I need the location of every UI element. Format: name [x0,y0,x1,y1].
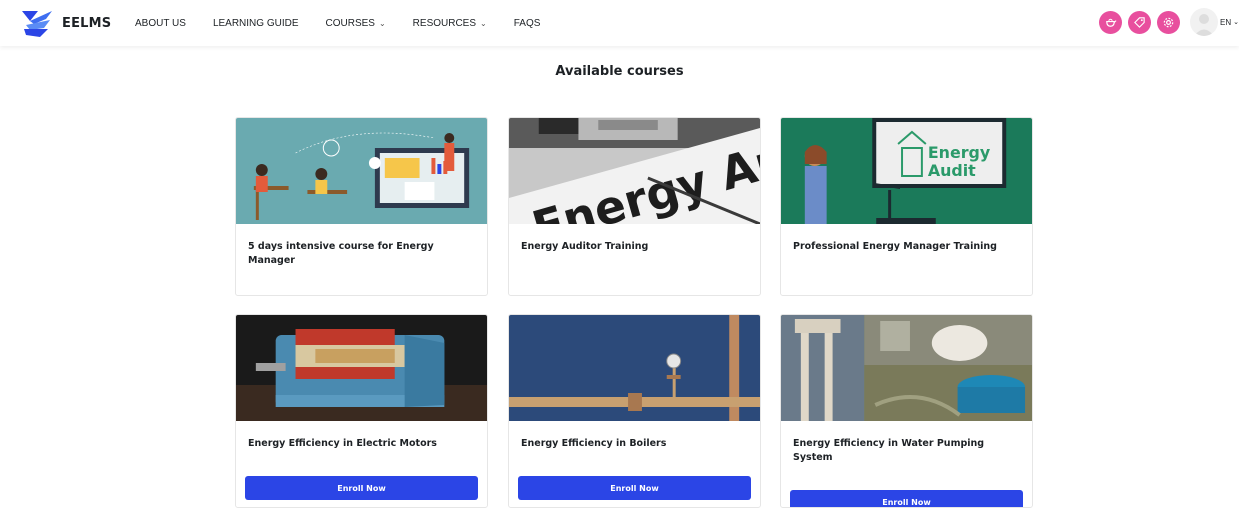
course-image[interactable] [781,315,1032,421]
settings-button[interactable] [1157,10,1180,34]
course-image[interactable] [236,315,487,421]
nav-label: ABOUT US [135,17,186,29]
course-card[interactable]: Energy Audit Energy Auditor Training [508,117,761,296]
svg-text:Audit: Audit [928,161,976,180]
boiler-pipes-gauge [509,315,760,421]
chevron-down-icon: ⌄ [1233,19,1239,26]
nav-learning-guide[interactable]: LEARNING GUIDE [213,18,299,29]
brand-name: EELMS [62,15,112,31]
nav-label: LEARNING GUIDE [212,17,299,29]
enroll-now-button[interactable]: Enroll Now [518,476,751,500]
chevron-down-icon: ⌄ [378,18,386,28]
user-avatar-icon [1194,14,1214,36]
tea-kettle-icon [1106,18,1117,27]
course-title[interactable]: Energy Efficiency in Water Pumping Syste… [793,437,1020,465]
nav-label: COURSES [325,17,375,29]
course-title[interactable]: Professional Energy Manager Training [793,240,1020,254]
course-title[interactable]: 5 days intensive course for Energy Manag… [248,240,475,268]
course-image[interactable] [509,315,760,421]
tags-button[interactable] [1128,10,1151,34]
main-nav: ABOUT US LEARNING GUIDE COURSES ⌄ RESOUR… [135,0,567,46]
course-image[interactable]: Energy Audit [781,118,1032,224]
nav-faqs[interactable]: FAQS [514,18,541,29]
chevron-down-icon: ⌄ [480,18,487,28]
course-card[interactable]: Energy Efficiency in Water Pumping Syste… [780,314,1033,508]
language-label: EN [1220,17,1232,27]
user-avatar[interactable] [1190,8,1218,36]
nav-right-actions: EN ⌄ [1099,8,1239,36]
nav-label: RESOURCES [412,17,477,29]
energy-audit-clipboard: Energy Audit [509,118,760,224]
svg-text:Energy: Energy [928,143,991,162]
nav-resources[interactable]: RESOURCES ⌄ [413,18,487,29]
enroll-now-button[interactable]: Enroll Now [245,476,478,500]
water-tanks-collage [781,315,1032,421]
course-image[interactable]: Energy Audit [509,118,760,224]
course-title[interactable]: Energy Efficiency in Electric Motors [248,437,475,451]
elearning-illustration [236,118,487,224]
course-title[interactable]: Energy Efficiency in Boilers [521,437,748,451]
tea-kettle-button[interactable] [1099,10,1122,34]
nav-courses[interactable]: COURSES ⌄ [326,18,386,29]
course-card[interactable]: 5 days intensive course for Energy Manag… [235,117,488,296]
page-title: Available courses [555,64,684,79]
gear-icon [1163,17,1174,27]
top-navbar: EELMS ABOUT US LEARNING GUIDE COURSES ⌄ … [0,0,1239,46]
course-card[interactable]: Energy Efficiency in Boilers Enroll Now [508,314,761,508]
course-title[interactable]: Energy Auditor Training [521,240,748,254]
course-card[interactable]: Energy Audit Professional Energy Manager… [780,117,1033,296]
nav-about-us[interactable]: ABOUT US [135,18,186,29]
course-image[interactable] [236,118,487,224]
energy-audit-presentation: Energy Audit [781,118,1032,224]
course-card[interactable]: Energy Efficiency in Electric Motors Enr… [235,314,488,508]
eelms-logo-icon [22,11,52,37]
electric-motor-cutaway [236,315,487,421]
tags-icon [1134,16,1145,28]
language-selector[interactable]: EN ⌄ [1220,18,1239,27]
brand[interactable]: EELMS [20,7,111,39]
nav-label: FAQS [513,17,541,29]
enroll-now-button[interactable]: Enroll Now [790,490,1023,507]
